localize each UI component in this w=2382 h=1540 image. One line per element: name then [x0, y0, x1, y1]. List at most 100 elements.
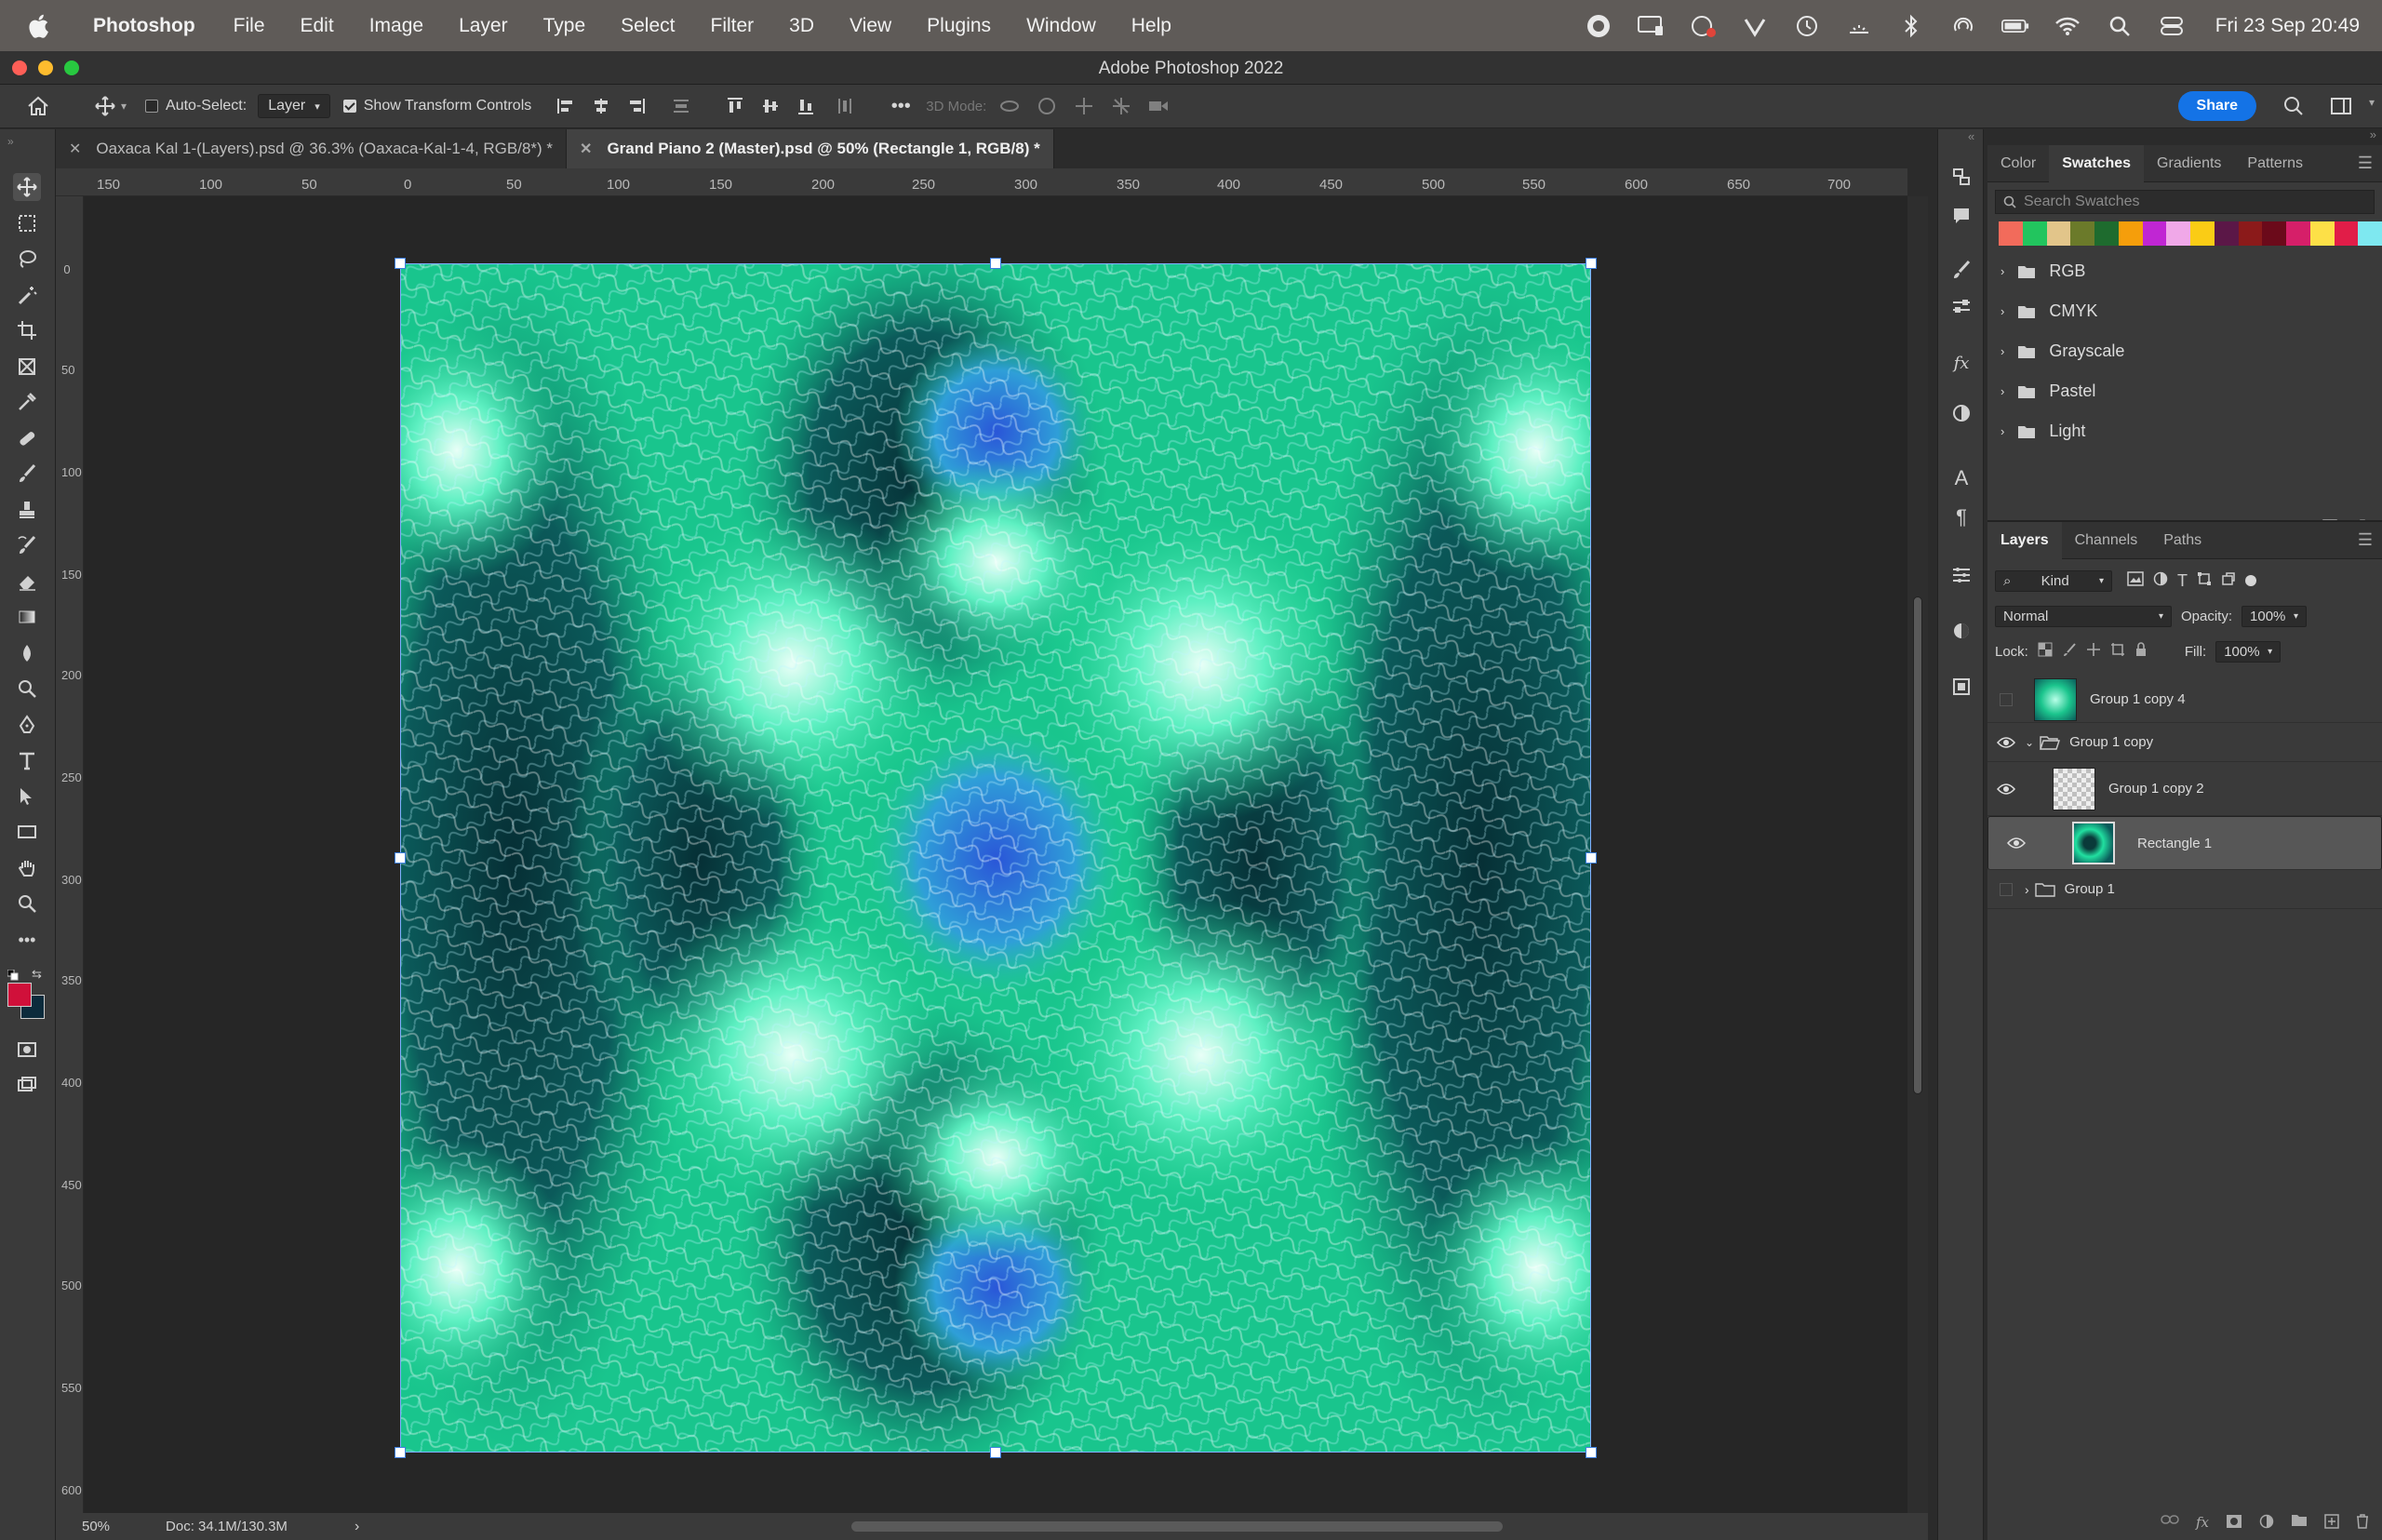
- transform-handle-top[interactable]: [990, 258, 1001, 269]
- chevron-right-icon[interactable]: ›: [2025, 882, 2029, 897]
- layer-group-row[interactable]: ⌄ Group 1 copy: [1987, 723, 2382, 762]
- battery-icon[interactable]: [2001, 13, 2029, 39]
- share-button[interactable]: Share: [2177, 91, 2256, 121]
- opacity-field[interactable]: 100% ▾: [2241, 605, 2308, 627]
- layer-name[interactable]: Rectangle 1: [2137, 836, 2212, 851]
- status-menu-chevron-icon[interactable]: ›: [355, 1519, 359, 1535]
- menu-layer[interactable]: Layer: [441, 15, 526, 37]
- filter-pixel-icon[interactable]: [2127, 571, 2144, 590]
- color-swatch[interactable]: [2070, 221, 2094, 246]
- align-top-icon[interactable]: [721, 92, 749, 120]
- layer-name[interactable]: Group 1 copy: [2069, 734, 2153, 750]
- swatch-group-rgb[interactable]: › RGB: [1987, 251, 2382, 291]
- eye-hidden-icon[interactable]: [2000, 692, 2013, 706]
- horizontal-scroll-thumb[interactable]: [851, 1521, 1503, 1532]
- history-panel-icon[interactable]: [1947, 163, 1975, 191]
- show-transform-controls-checkbox[interactable]: Show Transform Controls: [342, 98, 531, 114]
- chevron-down-icon[interactable]: ⌄: [2025, 736, 2034, 749]
- new-group-icon[interactable]: [2291, 1514, 2308, 1527]
- visibility-toggle[interactable]: [1998, 837, 2035, 850]
- slide-3d-icon[interactable]: [1107, 92, 1135, 120]
- menu-type[interactable]: Type: [526, 15, 604, 37]
- blur-tool-icon[interactable]: [13, 639, 41, 667]
- menu-filter[interactable]: Filter: [693, 15, 772, 37]
- menubar-clock[interactable]: Fri 23 Sep 20:49: [2215, 15, 2360, 37]
- spotlight-search-icon[interactable]: [2106, 13, 2134, 39]
- properties-icon[interactable]: [1947, 561, 1975, 589]
- comments-panel-icon[interactable]: [1947, 202, 1975, 230]
- layer-style-fx-icon[interactable]: fx: [2196, 1514, 2209, 1531]
- styles-fx-icon[interactable]: fx: [1947, 349, 1975, 377]
- lock-artboard-icon[interactable]: [2110, 642, 2125, 661]
- vertical-ruler[interactable]: 0 50 100 150 200 250 300 350 400 450 500…: [56, 196, 84, 1513]
- color-swatch[interactable]: [1999, 221, 2023, 246]
- search-swatches-input[interactable]: Search Swatches: [1995, 190, 2375, 214]
- lasso-tool-icon[interactable]: [13, 245, 41, 273]
- bluetooth-icon[interactable]: [1897, 13, 1925, 39]
- orbit-3d-icon[interactable]: [996, 92, 1024, 120]
- color-swatch[interactable]: [2142, 221, 2167, 246]
- layer-row-selected[interactable]: Rectangle 1: [1987, 816, 2382, 870]
- horizontal-ruler[interactable]: 150 100 50 0 50 100 150 200 250 300 350 …: [56, 168, 1907, 196]
- collapse-panels-icon[interactable]: »: [2370, 127, 2376, 141]
- tab-channels[interactable]: Channels: [2062, 522, 2151, 559]
- roll-3d-icon[interactable]: [1033, 92, 1061, 120]
- lock-pixels-icon[interactable]: [2062, 642, 2077, 661]
- rectangle-tool-icon[interactable]: [13, 818, 41, 846]
- filter-shape-icon[interactable]: [2197, 571, 2212, 590]
- color-swatch[interactable]: [2190, 221, 2215, 246]
- color-swatch[interactable]: [2022, 221, 2047, 246]
- layer-row[interactable]: Group 1 copy 4: [1987, 676, 2382, 723]
- color-swatch[interactable]: [2094, 221, 2119, 246]
- brush-tool-icon[interactable]: [13, 460, 41, 488]
- layer-name[interactable]: Group 1: [2065, 881, 2115, 897]
- pan-3d-icon[interactable]: [1070, 92, 1098, 120]
- layer-name[interactable]: Group 1 copy 2: [2108, 781, 2204, 797]
- layer-row[interactable]: Group 1 copy 2: [1987, 762, 2382, 816]
- move-tool-icon[interactable]: [13, 173, 41, 201]
- default-colors-icon[interactable]: [7, 969, 19, 981]
- swap-colors-icon[interactable]: ⇆: [32, 967, 42, 982]
- vertical-scroll-thumb[interactable]: [1913, 596, 1922, 1094]
- document-artwork[interactable]: [400, 263, 1591, 1453]
- dodge-tool-icon[interactable]: [13, 675, 41, 703]
- swatch-group-cmyk[interactable]: › CMYK: [1987, 291, 2382, 331]
- visibility-toggle[interactable]: [1987, 882, 2025, 896]
- brush-settings-icon[interactable]: [1947, 256, 1975, 284]
- panel-menu-icon[interactable]: ☰: [2358, 530, 2373, 550]
- color-swatch[interactable]: [2214, 221, 2239, 246]
- color-panel-icon[interactable]: [1947, 617, 1975, 645]
- new-adjustment-layer-icon[interactable]: [2259, 1514, 2274, 1529]
- character-panel-icon[interactable]: A: [1947, 464, 1975, 492]
- auto-select-check-icon[interactable]: [145, 100, 159, 113]
- workspace-chevron-icon[interactable]: ▾: [2369, 96, 2375, 109]
- swatch-group-light[interactable]: › Light: [1987, 411, 2382, 451]
- menu-app-name[interactable]: Photoshop: [73, 15, 216, 37]
- eraser-tool-icon[interactable]: [13, 568, 41, 596]
- path-selection-tool-icon[interactable]: [13, 783, 41, 810]
- menu-file[interactable]: File: [216, 15, 283, 37]
- crop-tool-icon[interactable]: [13, 316, 41, 344]
- menu-view[interactable]: View: [832, 15, 909, 37]
- workspace-icon[interactable]: [2328, 92, 2356, 120]
- hand-tool-icon[interactable]: [13, 854, 41, 882]
- adjustments-icon[interactable]: [1947, 399, 1975, 427]
- transform-handle-bottom[interactable]: [990, 1447, 1001, 1458]
- wifi-icon[interactable]: [2054, 13, 2081, 39]
- creative-cloud-icon[interactable]: [1585, 13, 1613, 39]
- layer-group-row[interactable]: › Group 1: [1987, 870, 2382, 909]
- color-swatch[interactable]: [2118, 221, 2143, 246]
- lock-position-icon[interactable]: [2086, 642, 2101, 661]
- link-layers-icon[interactable]: [2161, 1514, 2179, 1525]
- quick-mask-icon[interactable]: [13, 1036, 41, 1064]
- swatch-group-grayscale[interactable]: › Grayscale: [1987, 331, 2382, 371]
- close-tab-icon[interactable]: ✕: [580, 140, 592, 158]
- color-swatch[interactable]: [2334, 221, 2359, 246]
- menu-window[interactable]: Window: [1009, 15, 1114, 37]
- align-left-icon[interactable]: [552, 92, 580, 120]
- color-swatch[interactable]: [2286, 221, 2310, 246]
- lock-all-icon[interactable]: [2134, 642, 2148, 661]
- color-swatch[interactable]: [2262, 221, 2286, 246]
- tab-gradients[interactable]: Gradients: [2144, 145, 2234, 182]
- transform-handle-bottom-left[interactable]: [395, 1447, 406, 1458]
